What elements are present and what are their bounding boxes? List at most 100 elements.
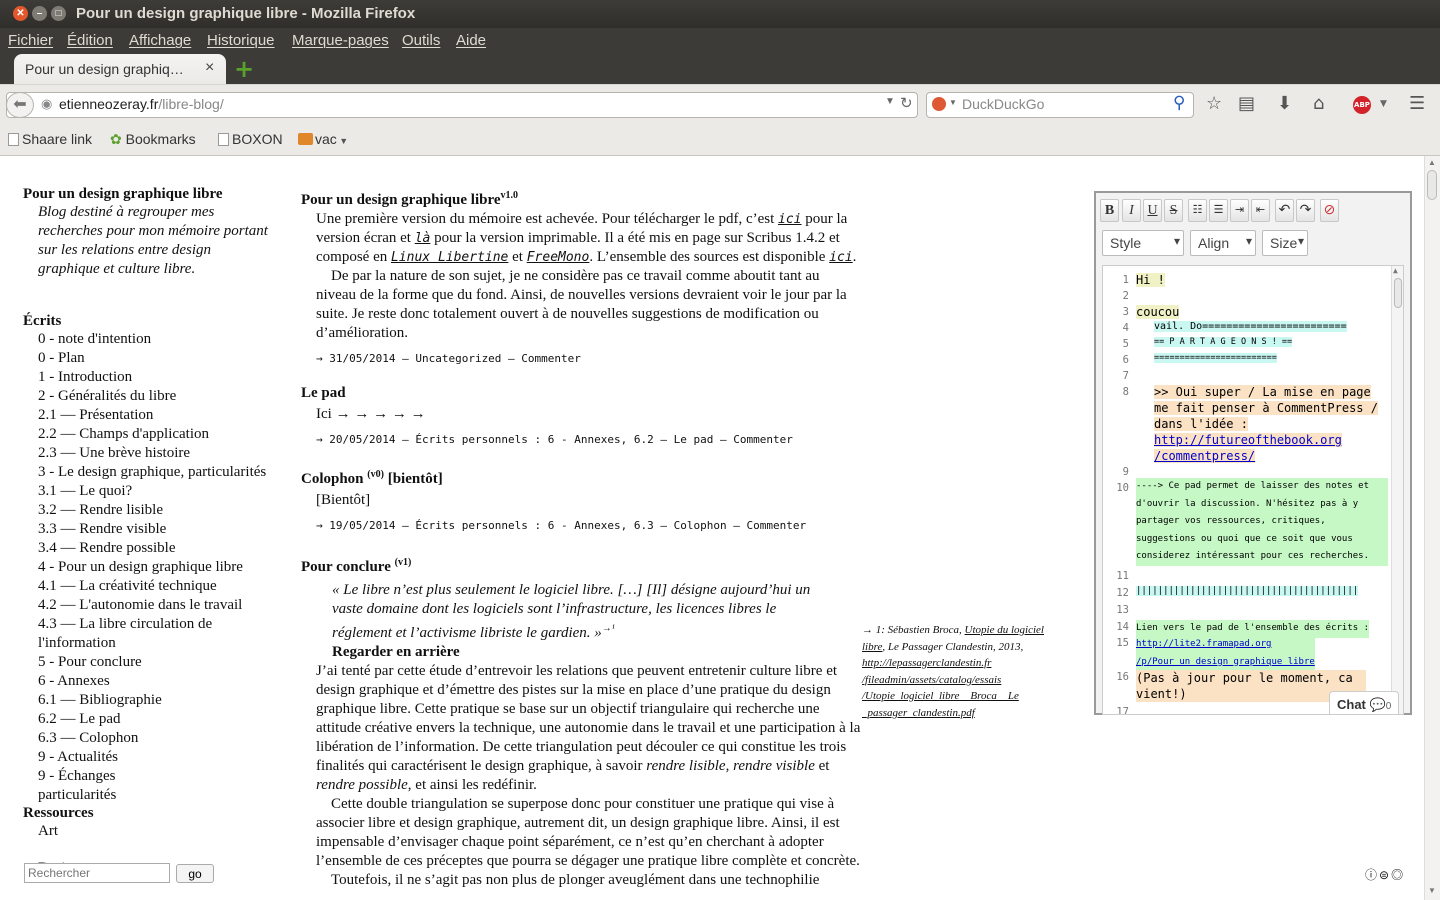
hamburger-menu-icon[interactable]: ☰ (1409, 93, 1425, 115)
bookmark-bookmarks[interactable]: ✿ Bookmarks (110, 131, 196, 148)
nav-item[interactable]: 6.3 — Colophon (23, 729, 273, 748)
bookmark-shaare-link[interactable]: Shaare link (8, 131, 92, 147)
post-title[interactable]: Colophon (v0) [bientôt] (301, 465, 861, 489)
nav-item[interactable]: 6.1 — Bibliographie (23, 691, 273, 710)
nav-item[interactable]: 4.3 — La libre circulation de l'informat… (23, 615, 273, 653)
unordered-list-icon[interactable]: ☰ (1209, 199, 1228, 222)
tab-title: Pour un design graphiq… (25, 61, 184, 77)
tab-close-icon[interactable]: × (205, 59, 214, 77)
nav-item[interactable]: 4 - Pour un design graphique libre (23, 558, 273, 577)
downloads-icon[interactable]: ⬇ (1277, 93, 1292, 115)
clear-authorship-icon[interactable]: ⊘ (1320, 199, 1339, 222)
post-title[interactable]: Le pad (301, 384, 861, 403)
pad-scrollbar[interactable]: ▲ ▼ (1391, 266, 1403, 714)
nav-item[interactable]: 3.2 — Rendre lisible (23, 501, 273, 520)
scroll-thumb[interactable] (1394, 278, 1402, 308)
footnote-url[interactable]: http://lepassagerclandestin.fr/fileadmin… (862, 657, 1019, 719)
italic-button[interactable]: I (1122, 199, 1141, 222)
nav-item[interactable]: 2 - Généralités du libre (23, 387, 273, 406)
url-dropdown-icon[interactable]: ▼ (885, 96, 895, 107)
bookmarks-menu-icon[interactable]: ▤ (1238, 93, 1255, 115)
nav-item[interactable]: 6 - Annexes (23, 672, 273, 691)
search-input[interactable] (24, 863, 170, 883)
nav-item[interactable]: 3.4 — Rendre possible (23, 539, 273, 558)
nav-item[interactable]: 2.3 — Une brève histoire (23, 444, 273, 463)
site-title[interactable]: Pour un design graphique libre (23, 186, 273, 203)
underline-button[interactable]: U (1143, 199, 1162, 222)
nav-item[interactable]: 3 - Le design graphique, particularités (23, 463, 273, 482)
adblock-dropdown-icon[interactable]: ▼ (1380, 99, 1387, 109)
menu-historique[interactable]: Historique (207, 32, 275, 49)
sources-link[interactable]: ici (829, 250, 852, 265)
menu-edition[interactable]: Édition (67, 32, 113, 49)
close-window-button[interactable]: ✕ (13, 6, 28, 21)
commentpress-link[interactable]: http://futureofthebook.org/commentpress/ (1154, 433, 1342, 463)
minimize-window-button[interactable]: – (32, 6, 47, 21)
menu-affichage[interactable]: Affichage (129, 32, 191, 49)
nav-item[interactable]: 4.1 — La créativité technique (23, 577, 273, 596)
bookmark-boxon[interactable]: BOXON (218, 131, 283, 147)
chat-button[interactable]: Chat 💬0 (1329, 691, 1399, 714)
menu-marque-pages[interactable]: Marque-pages (292, 32, 389, 49)
page-scrollbar[interactable]: ▲ ▼ (1424, 156, 1440, 900)
style-select[interactable]: Style (1102, 230, 1184, 256)
font-link-freemono[interactable]: FreeMono (527, 250, 590, 265)
framapad-link[interactable]: http://lite2.framapad.org/p/Pour_un_desi… (1136, 639, 1315, 667)
post-meta[interactable]: → 20/05/2014 — Écrits personnels : 6 - A… (301, 430, 861, 449)
post-title[interactable]: Pour conclure (v1) (301, 553, 861, 577)
nav-item[interactable]: Art (23, 822, 273, 841)
duckduckgo-engine-icon[interactable] (932, 97, 946, 111)
size-select[interactable]: Size (1262, 230, 1308, 256)
undo-icon[interactable]: ↶ (1275, 199, 1294, 222)
home-icon[interactable]: ⌂ (1313, 93, 1324, 115)
nav-item[interactable]: 2.2 — Champs d'application (23, 425, 273, 444)
font-link-libertine[interactable]: Linux Libertine (391, 250, 508, 265)
search-go-button[interactable]: go (176, 864, 214, 883)
ordered-list-icon[interactable]: ☷ (1188, 199, 1207, 222)
menu-aide[interactable]: Aide (456, 32, 486, 49)
scroll-up-icon[interactable]: ▲ (1428, 158, 1436, 167)
post-title[interactable]: Pour un design graphique librev1.0 (301, 186, 861, 210)
strikethrough-button[interactable]: S (1164, 199, 1183, 222)
menu-fichier[interactable]: Fichier (8, 32, 53, 49)
nav-item[interactable]: 1 - Introduction (23, 368, 273, 387)
engine-dropdown-icon[interactable]: ▼ (949, 98, 957, 107)
back-arrow-icon[interactable]: ⬅ (6, 92, 34, 118)
pad-text-area[interactable]: 1 Hi ! 2 3 coucou 4 vail. Do============… (1102, 265, 1404, 715)
nav-item[interactable]: 0 - Plan (23, 349, 273, 368)
scroll-up-icon[interactable]: ▲ (1393, 266, 1398, 275)
adblock-icon[interactable]: ABP (1353, 96, 1371, 114)
outdent-icon[interactable]: ⇤ (1251, 199, 1270, 222)
nav-item[interactable]: 5 - Pour conclure (23, 653, 273, 672)
url-bar[interactable]: ⬅ ◉ etienneozeray.fr/libre-blog/ ▼ ↻ (6, 92, 918, 118)
post-meta[interactable]: → 31/05/2014 — Uncategorized — Commenter (301, 349, 861, 368)
bookmark-folder-vac[interactable]: vac ▼ (298, 131, 348, 147)
new-tab-icon[interactable]: + (234, 55, 254, 83)
nav-item[interactable]: 3.3 — Rendre visible (23, 520, 273, 539)
reload-icon[interactable]: ↻ (900, 94, 913, 112)
nav-item[interactable]: 0 - note d'intention (23, 330, 273, 349)
footnote-ref[interactable]: →¹ (602, 623, 615, 634)
indent-icon[interactable]: ⇥ (1230, 199, 1249, 222)
nav-item[interactable]: 9 - Actualités (23, 748, 273, 767)
redo-icon[interactable]: ↷ (1296, 199, 1315, 222)
search-icon[interactable]: ⚲ (1173, 93, 1185, 113)
scroll-thumb[interactable] (1427, 170, 1437, 200)
nav-item[interactable]: 2.1 — Présentation (23, 406, 273, 425)
menu-outils[interactable]: Outils (402, 32, 440, 49)
search-bar[interactable]: ▼ DuckDuckGo ⚲ (926, 92, 1194, 118)
tab-active[interactable]: Pour un design graphiq… × (14, 54, 226, 84)
scroll-down-icon[interactable]: ▼ (1428, 886, 1436, 895)
bookmark-star-icon[interactable]: ☆ (1206, 93, 1222, 115)
post-meta[interactable]: → 19/05/2014 — Écrits personnels : 6 - A… (301, 516, 861, 535)
align-select[interactable]: Align (1190, 230, 1256, 256)
nav-item[interactable]: 4.2 — L'autonomie dans le travail (23, 596, 273, 615)
nav-item[interactable]: 3.1 — Le quoi? (23, 482, 273, 501)
pdf-print-link[interactable]: là (415, 231, 431, 246)
maximize-window-button[interactable]: □ (51, 6, 66, 21)
bold-button[interactable]: B (1100, 199, 1119, 222)
nav-item[interactable]: 6.2 — Le pad (23, 710, 273, 729)
pdf-screen-link[interactable]: ici (778, 212, 801, 227)
license-icons[interactable]: ⓘ⊜◎ (1365, 866, 1405, 883)
nav-item[interactable]: 9 - Échanges particularités (23, 767, 173, 805)
